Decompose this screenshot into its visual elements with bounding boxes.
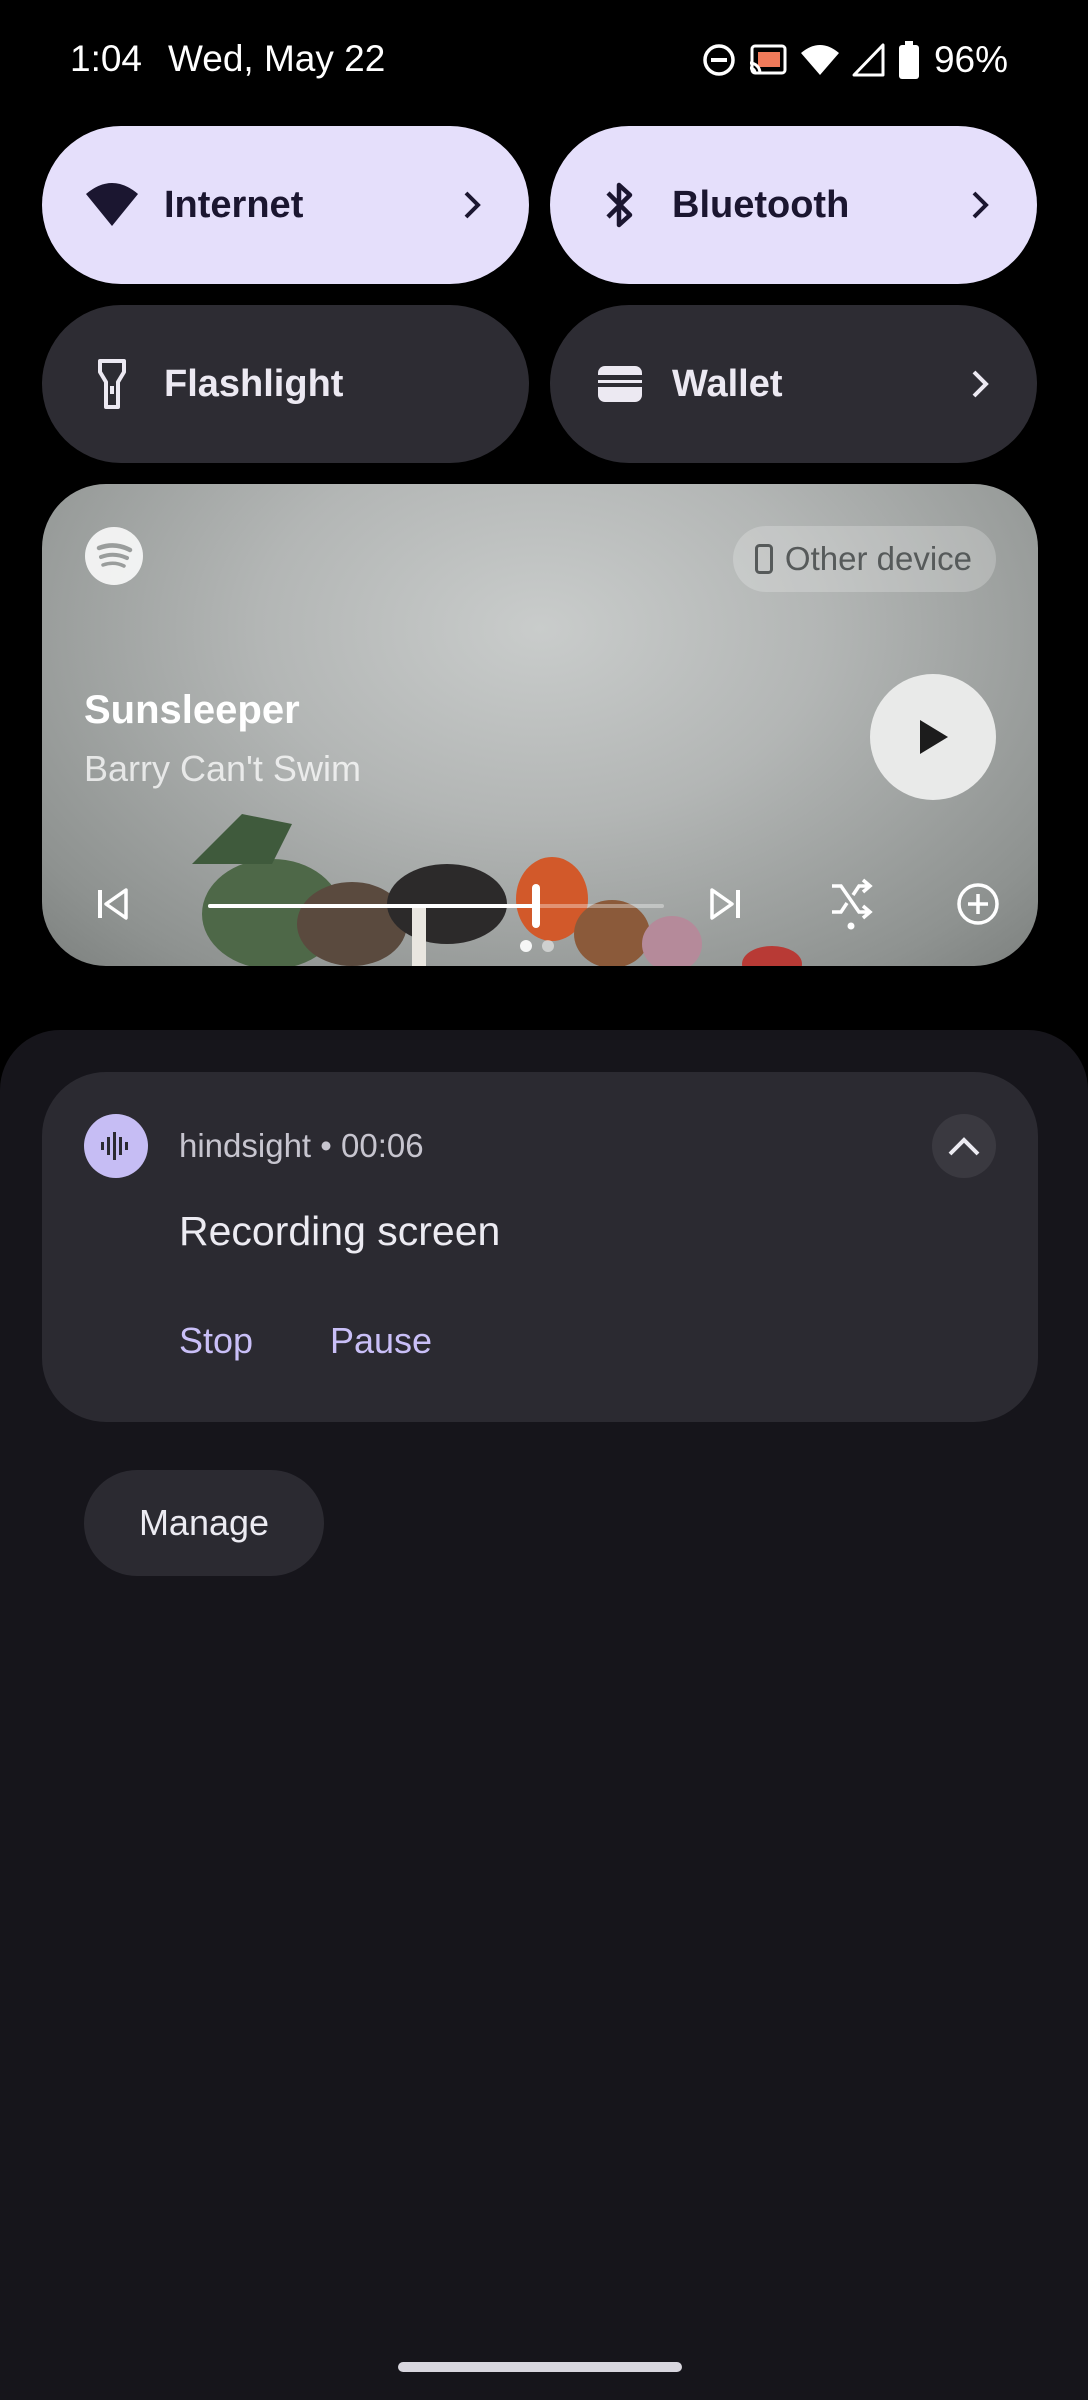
wifi-icon xyxy=(800,45,839,75)
tile-internet[interactable]: Internet xyxy=(42,126,529,284)
chevron-up-icon xyxy=(948,1137,980,1156)
status-icons: 96% xyxy=(702,39,1008,80)
status-time: 1:04 xyxy=(70,38,143,79)
battery-percentage: 96% xyxy=(933,39,1008,80)
skip-previous-icon xyxy=(98,888,128,920)
chevron-right-icon xyxy=(457,190,487,220)
wallet-icon xyxy=(590,354,650,414)
song-artist: Barry Can't Swim xyxy=(84,748,361,789)
notification-header: hindsight • 00:06 xyxy=(179,1127,424,1164)
output-device-label: Other device xyxy=(784,540,972,577)
spotify-icon xyxy=(85,527,143,585)
chevron-right-icon xyxy=(965,190,995,220)
shuffle-icon xyxy=(832,878,873,930)
tile-bluetooth-label: Bluetooth xyxy=(672,183,850,226)
song-title: Sunsleeper xyxy=(84,688,300,732)
home-indicator[interactable] xyxy=(398,2362,682,2372)
manage-notifications-button[interactable]: Manage xyxy=(84,1470,324,1576)
status-bar: 1:04 Wed, May 22 96% xyxy=(0,0,1088,124)
status-date: Wed, May 22 xyxy=(168,38,386,79)
notification-title: Recording screen xyxy=(179,1208,501,1254)
seek-thumb[interactable] xyxy=(532,884,541,928)
battery-icon xyxy=(898,41,919,79)
tile-wallet[interactable]: Wallet xyxy=(550,305,1037,463)
stop-button[interactable]: Stop xyxy=(179,1320,253,1362)
cell-signal-icon xyxy=(852,43,885,77)
output-device-chip[interactable]: Other device xyxy=(732,526,996,592)
do-not-disturb-icon xyxy=(703,44,735,76)
tile-wallet-label: Wallet xyxy=(672,362,783,405)
tile-flashlight[interactable]: Flashlight xyxy=(42,305,529,463)
play-button[interactable] xyxy=(870,674,996,800)
chevron-right-icon xyxy=(965,369,995,399)
wifi-icon xyxy=(82,175,142,235)
next-track-button[interactable] xyxy=(698,876,754,932)
pause-button[interactable]: Pause xyxy=(330,1320,432,1362)
collapse-button[interactable] xyxy=(932,1114,996,1178)
page-dot-active xyxy=(520,940,532,952)
previous-track-button[interactable] xyxy=(84,876,140,932)
page-dot xyxy=(542,940,554,952)
audio-wave-icon xyxy=(101,1132,128,1160)
tile-flashlight-label: Flashlight xyxy=(164,362,344,405)
media-player[interactable]: Other device Sunsleeper Barry Can't Swim xyxy=(42,484,1038,966)
seek-progress xyxy=(208,904,537,908)
shuffle-button[interactable] xyxy=(824,876,880,932)
bluetooth-icon xyxy=(590,175,650,235)
flashlight-icon xyxy=(82,354,142,414)
add-to-library-button[interactable] xyxy=(950,876,1006,932)
media-page-indicator xyxy=(520,940,554,952)
cast-icon xyxy=(749,44,787,75)
tile-bluetooth[interactable]: Bluetooth xyxy=(550,126,1037,284)
skip-next-icon xyxy=(710,888,740,920)
phone-icon xyxy=(754,544,773,574)
hindsight-app-icon xyxy=(84,1114,148,1178)
add-circle-icon xyxy=(957,883,999,925)
tile-internet-label: Internet xyxy=(164,183,304,226)
recording-notification[interactable]: hindsight • 00:06 Recording screen Stop … xyxy=(42,1072,1038,1422)
play-icon xyxy=(920,720,948,754)
seek-bar[interactable] xyxy=(208,884,664,928)
